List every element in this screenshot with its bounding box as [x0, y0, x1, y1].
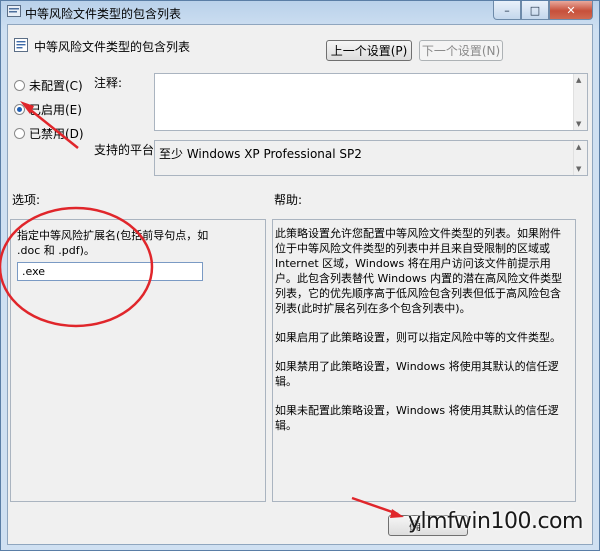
caption-buttons: – □ ✕ — [493, 1, 593, 21]
help-paragraph: 如果启用了此策略设置，则可以指定风险中等的文件类型。 — [275, 331, 561, 344]
radio-dot — [14, 80, 25, 91]
comment-textarea[interactable]: ▲ ▼ — [154, 73, 588, 131]
dialog-client-area: 中等风险文件类型的包含列表 上一个设置(P) 下一个设置(N) 未配置(C) 已… — [7, 24, 593, 545]
platform-value: 至少 Windows XP Professional SP2 — [159, 147, 362, 161]
platform-label: 支持的平台: — [94, 143, 159, 157]
help-label: 帮助: — [274, 193, 303, 207]
radio-not-configured[interactable]: 未配置(C) — [14, 77, 83, 94]
radio-dot — [14, 128, 25, 139]
help-paragraph: 如果禁用了此策略设置，Windows 将使用其默认的信任逻辑。 — [275, 360, 559, 388]
radio-label: 已启用(E) — [29, 103, 82, 117]
help-paragraph: 如果未配置此策略设置，Windows 将使用其默认的信任逻辑。 — [275, 404, 559, 432]
options-label: 选项: — [12, 193, 41, 207]
comment-label: 注释: — [94, 76, 123, 90]
comment-scrollbar[interactable]: ▲ ▼ — [573, 74, 587, 130]
platform-scrollbar[interactable]: ▲ ▼ — [573, 141, 587, 175]
help-panel: 此策略设置允许您配置中等风险文件类型的列表。如果附件位于中等风险文件类型的列表中… — [272, 219, 576, 502]
radio-label: 未配置(C) — [29, 79, 83, 93]
options-panel: 指定中等风险扩展名(包括前导句点，如 .doc 和 .pdf)。 .exe — [10, 219, 266, 502]
scroll-down-icon[interactable]: ▼ — [576, 120, 581, 128]
radio-label: 已禁用(D) — [29, 127, 84, 141]
scroll-up-icon[interactable]: ▲ — [576, 76, 581, 84]
window-title: 中等风险文件类型的包含列表 — [25, 7, 182, 21]
extension-description: 指定中等风险扩展名(包括前导句点，如 .doc 和 .pdf)。 — [17, 229, 209, 257]
minimize-button[interactable]: – — [493, 1, 521, 20]
close-button[interactable]: ✕ — [549, 1, 593, 20]
radio-disabled[interactable]: 已禁用(D) — [14, 125, 84, 142]
setting-icon — [14, 38, 28, 52]
extension-input[interactable]: .exe — [17, 262, 203, 281]
title-bar[interactable]: 中等风险文件类型的包含列表 – □ ✕ — [1, 1, 599, 23]
policy-icon — [7, 5, 21, 17]
help-text: 此策略设置允许您配置中等风险文件类型的列表。如果附件位于中等风险文件类型的列表中… — [275, 226, 571, 447]
next-setting-button[interactable]: 下一个设置(N) — [419, 40, 503, 61]
maximize-button[interactable]: □ — [521, 1, 549, 20]
radio-enabled[interactable]: 已启用(E) — [14, 101, 82, 118]
radio-dot-selected — [14, 104, 25, 115]
help-paragraph: 此策略设置允许您配置中等风险文件类型的列表。如果附件位于中等风险文件类型的列表中… — [275, 227, 563, 315]
scroll-down-icon[interactable]: ▼ — [576, 165, 581, 173]
policy-dialog-window: 中等风险文件类型的包含列表 – □ ✕ 中等风险文件类型的包含列表 上一个设置(… — [0, 0, 600, 551]
setting-title: 中等风险文件类型的包含列表 — [34, 40, 191, 54]
platform-field: 至少 Windows XP Professional SP2 ▲ ▼ — [154, 140, 588, 176]
scroll-up-icon[interactable]: ▲ — [576, 143, 581, 151]
previous-setting-button[interactable]: 上一个设置(P) — [326, 40, 412, 61]
watermark-text: ylmfwin100.com — [408, 509, 583, 534]
